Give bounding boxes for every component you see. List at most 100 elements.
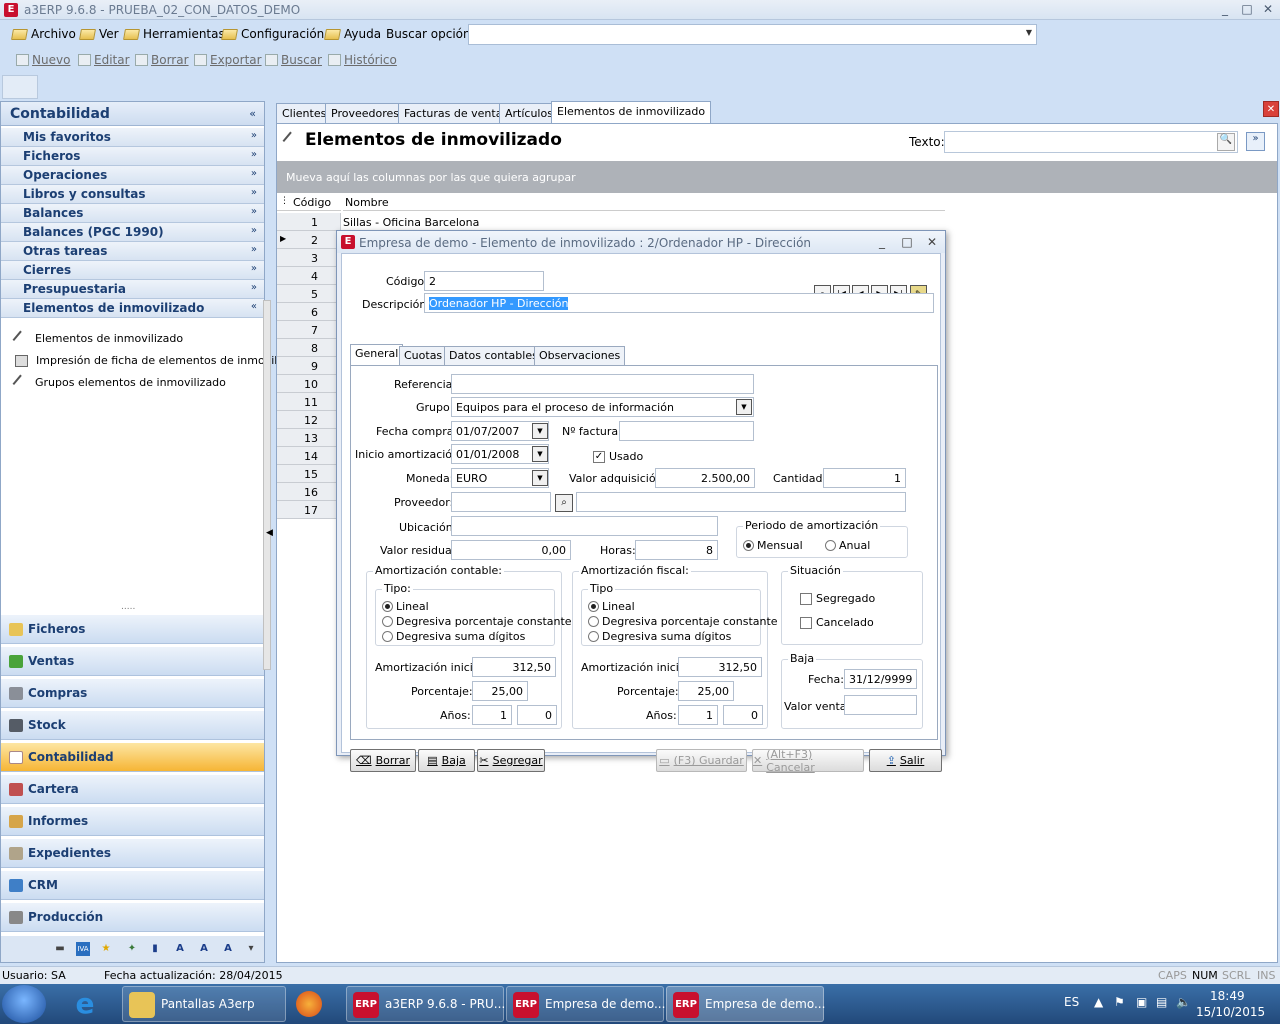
taskbar-a3erp[interactable]: ERP a3ERP 9.6.8 - PRU... bbox=[346, 986, 505, 1022]
dialog-minimize-button[interactable]: _ bbox=[874, 235, 890, 249]
collapse-panel-icon[interactable]: « bbox=[249, 107, 256, 120]
start-button[interactable] bbox=[2, 985, 46, 1023]
section-otras-tareas[interactable]: Otras tareas » bbox=[1, 242, 264, 261]
radio-icon[interactable] bbox=[588, 631, 599, 642]
tax-agency-icon[interactable]: A bbox=[221, 942, 235, 956]
nav-stock[interactable]: Stock bbox=[1, 710, 264, 740]
valor-adquisicion-field[interactable]: 2.500,00 bbox=[655, 468, 755, 488]
porcentaje-fiscal-field[interactable]: 25,00 bbox=[678, 681, 734, 701]
minimize-button[interactable]: _ bbox=[1215, 2, 1235, 16]
tab-general[interactable]: General bbox=[350, 344, 404, 365]
radio-icon[interactable] bbox=[588, 616, 599, 627]
search-option-input[interactable]: ▼ bbox=[468, 24, 1037, 45]
section-balances-pgc[interactable]: Balances (PGC 1990) » bbox=[1, 223, 264, 242]
star-icon[interactable]: ★ bbox=[99, 942, 113, 956]
group-by-bar[interactable]: Mueva aquí las columnas por las que quie… bbox=[277, 161, 1277, 193]
calendar-dropdown-icon[interactable]: ▼ bbox=[532, 423, 548, 439]
grupo-select[interactable]: Equipos para el proceso de información bbox=[451, 397, 754, 417]
nav-cartera[interactable]: Cartera bbox=[1, 774, 264, 804]
chevron-down-icon[interactable]: ▼ bbox=[532, 470, 548, 486]
iva-icon[interactable]: IVA bbox=[76, 942, 90, 956]
nav-ficheros[interactable]: Ficheros bbox=[1, 614, 264, 644]
porcentaje-contable-field[interactable]: 25,00 bbox=[472, 681, 528, 701]
chart-icon[interactable]: ▮ bbox=[148, 942, 162, 956]
nav-contabilidad[interactable]: Contabilidad bbox=[1, 742, 264, 772]
search-icon[interactable]: 🔍 bbox=[1217, 133, 1235, 151]
codigo-field[interactable]: 2 bbox=[424, 271, 544, 291]
texto-search-input[interactable] bbox=[944, 131, 1238, 153]
checkbox-icon[interactable] bbox=[800, 592, 812, 605]
chevron-down-icon[interactable]: ▼ bbox=[1026, 28, 1032, 37]
periodo-mensual-radio[interactable]: Mensual bbox=[743, 539, 803, 552]
radio-icon[interactable] bbox=[382, 616, 393, 627]
section-cierres[interactable]: Cierres » bbox=[1, 261, 264, 280]
ubicacion-field[interactable] bbox=[451, 516, 718, 536]
taskbar-pantallas[interactable]: Pantallas A3erp bbox=[122, 986, 286, 1022]
baja-button[interactable]: ▤ Baja bbox=[418, 749, 475, 772]
splitter-grip[interactable]: ..... bbox=[121, 602, 135, 612]
nfactura-field[interactable] bbox=[619, 421, 754, 441]
menu-ver[interactable]: Ver bbox=[79, 27, 119, 41]
cantidad-field[interactable]: 1 bbox=[823, 468, 906, 488]
taskbar-empresa-1[interactable]: ERP Empresa de demo... bbox=[506, 986, 665, 1022]
subitem-grupos[interactable]: Grupos elementos de inmovilizado bbox=[12, 374, 226, 391]
radio-selected-icon[interactable] bbox=[382, 601, 393, 612]
maximize-button[interactable]: □ bbox=[1237, 2, 1257, 16]
anos-fiscal-field[interactable]: 1 bbox=[678, 705, 718, 725]
radio-icon[interactable] bbox=[382, 631, 393, 642]
baja-fecha-field[interactable]: 31/12/9999 bbox=[844, 669, 917, 689]
section-operaciones[interactable]: Operaciones » bbox=[1, 166, 264, 185]
radio-icon[interactable] bbox=[825, 540, 836, 551]
window-icon[interactable]: ▤ bbox=[1156, 995, 1167, 1009]
grid-header-code[interactable]: ⋮ Código bbox=[277, 195, 341, 211]
buscar-button[interactable]: Buscar bbox=[265, 53, 322, 67]
taskbar-ie[interactable]: e bbox=[66, 986, 114, 1022]
tipo-degresiva-porcentaje-radio[interactable]: Degresiva porcentaje constante bbox=[588, 615, 778, 628]
tab-elementos[interactable]: Elementos de inmovilizado bbox=[551, 101, 712, 123]
horas-field[interactable]: 8 bbox=[635, 540, 718, 560]
nav-compras[interactable]: Compras bbox=[1, 678, 264, 708]
clock-date[interactable]: 15/10/2015 bbox=[1196, 1005, 1265, 1019]
search-icon[interactable]: ⌕ bbox=[555, 494, 573, 512]
subitem-impresion[interactable]: Impresión de ficha de elementos de inmov… bbox=[15, 354, 297, 367]
cancelado-checkbox[interactable]: Cancelado bbox=[800, 616, 874, 629]
checkbox-checked-icon[interactable]: ✓ bbox=[593, 450, 605, 463]
referencia-field[interactable] bbox=[451, 374, 754, 394]
subitem-elementos[interactable]: Elementos de inmovilizado bbox=[12, 330, 183, 347]
table-row[interactable]: 1 Sillas - Oficina Barcelona bbox=[277, 213, 945, 231]
network-icon[interactable]: ▣ bbox=[1136, 995, 1147, 1009]
menu-ayuda[interactable]: Ayuda bbox=[324, 27, 381, 41]
checkbox-icon[interactable] bbox=[800, 616, 812, 629]
tipo-lineal-radio[interactable]: Lineal bbox=[588, 600, 635, 613]
taskbar-firefox[interactable] bbox=[290, 986, 338, 1022]
salir-button[interactable]: ⇪ Salir bbox=[869, 749, 942, 772]
tray-expand-icon[interactable]: ▲ bbox=[1094, 995, 1103, 1009]
language-indicator[interactable]: ES bbox=[1064, 995, 1079, 1009]
radio-selected-icon[interactable] bbox=[743, 540, 754, 551]
nav-ventas[interactable]: Ventas bbox=[1, 646, 264, 676]
section-mis-favoritos[interactable]: Mis favoritos » bbox=[1, 128, 264, 147]
tab-cuotas[interactable]: Cuotas bbox=[399, 346, 448, 365]
radio-selected-icon[interactable] bbox=[588, 601, 599, 612]
section-presupuestaria[interactable]: Presupuestaria » bbox=[1, 280, 264, 299]
menu-herramientas[interactable]: Herramientas bbox=[123, 27, 225, 41]
menu-configuracion[interactable]: Configuración bbox=[221, 27, 324, 41]
chevron-down-icon[interactable]: ▼ bbox=[736, 399, 752, 415]
taskbar-empresa-2[interactable]: ERP Empresa de demo... bbox=[666, 986, 825, 1022]
tab-proveedores[interactable]: Proveedores bbox=[325, 103, 405, 123]
borrar-button[interactable]: ⌫ Borrar bbox=[350, 749, 416, 772]
tipo-degresiva-porcentaje-radio[interactable]: Degresiva porcentaje constante bbox=[382, 615, 572, 628]
cancelar-button[interactable]: ✕ (Alt+F3) Cancelar bbox=[752, 748, 864, 774]
calendar-dropdown-icon[interactable]: ▼ bbox=[532, 446, 548, 462]
monitor-icon[interactable]: ▬ bbox=[53, 942, 67, 956]
tab-articulos[interactable]: Artículos bbox=[499, 103, 559, 123]
tab-facturas[interactable]: Facturas de venta bbox=[398, 103, 509, 123]
nuevo-button[interactable]: Nuevo bbox=[16, 53, 70, 67]
close-button[interactable]: ✕ bbox=[1258, 2, 1278, 16]
guardar-button[interactable]: ▭ (F3) Guardar bbox=[656, 749, 747, 772]
exportar-button[interactable]: Exportar bbox=[194, 53, 262, 67]
left-panel-scrollbar[interactable] bbox=[263, 300, 271, 670]
splitter-arrow-icon[interactable]: ◀ bbox=[266, 528, 273, 538]
tab-datos-contables[interactable]: Datos contables bbox=[444, 346, 543, 365]
amortizacion-inicial-contable-field[interactable]: 312,50 bbox=[472, 657, 556, 677]
